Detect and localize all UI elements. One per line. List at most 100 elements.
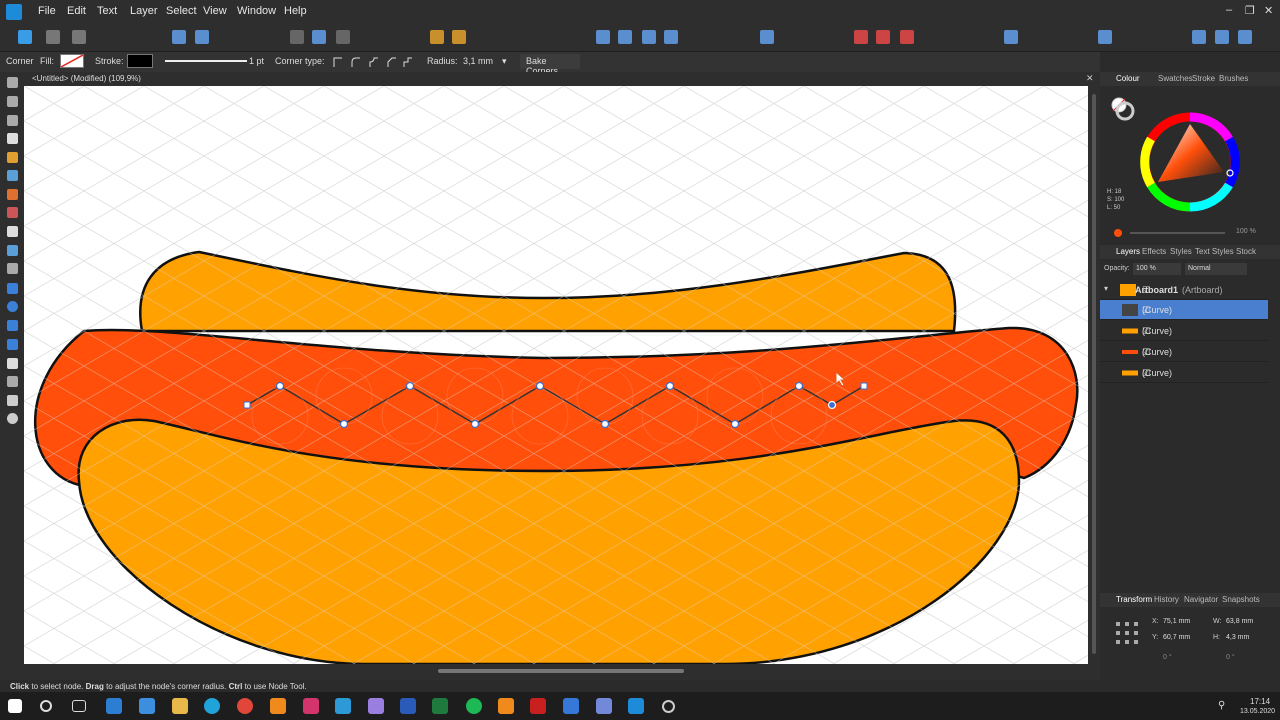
layer-row-artboard[interactable]: ▾ Artboard1 (Artboard) ☑ [1100, 280, 1268, 300]
outline-icon[interactable] [1238, 30, 1252, 44]
view-mode-icon[interactable] [1192, 30, 1206, 44]
mail-icon[interactable] [139, 698, 155, 714]
tab-layers[interactable]: Layers [1116, 247, 1140, 256]
layer-opacity-dropdown[interactable]: 100 % [1133, 263, 1181, 275]
menu-file[interactable]: File [38, 5, 56, 17]
crop-icon[interactable] [336, 30, 350, 44]
x-input[interactable]: 75,1 mm [1163, 618, 1190, 625]
arrange-back-icon[interactable] [430, 30, 444, 44]
horizontal-scrollbar[interactable] [24, 664, 1100, 680]
menu-help[interactable]: Help [284, 5, 307, 17]
pencil-tool-icon[interactable] [7, 170, 18, 181]
bake-corners-button[interactable]: Bake Corners [520, 54, 580, 76]
tab-history[interactable]: History [1154, 595, 1179, 604]
move-tool-icon[interactable] [7, 77, 18, 88]
shear-input[interactable]: 0 ° [1226, 654, 1235, 661]
layer-row[interactable]: (Curve) ☑ [1100, 321, 1268, 341]
corner-type-buttons[interactable] [330, 56, 412, 68]
tab-transform[interactable]: Transform [1116, 595, 1152, 604]
explorer-icon[interactable] [172, 698, 188, 714]
snapping-icon[interactable] [876, 30, 890, 44]
boolean-divide-icon[interactable] [1098, 30, 1112, 44]
transform-icon[interactable] [290, 30, 304, 44]
store-icon[interactable] [106, 698, 122, 714]
close-window-icon[interactable]: ✕ [1264, 4, 1273, 17]
minimize-icon[interactable]: – [1226, 4, 1232, 16]
preview-icon[interactable] [1215, 30, 1229, 44]
flip-vertical-icon[interactable] [618, 30, 632, 44]
artboard-tool-icon[interactable] [7, 96, 18, 107]
rotate-right-icon[interactable] [664, 30, 678, 44]
discord-icon[interactable] [596, 698, 612, 714]
snapping-magnet-icon[interactable] [900, 30, 914, 44]
tab-text-styles[interactable]: Text Styles [1195, 247, 1234, 256]
y-input[interactable]: 60,7 mm [1163, 634, 1190, 641]
settings-icon[interactable] [195, 30, 209, 44]
layer-row[interactable]: (Curve) ☑ [1100, 300, 1268, 320]
clock-time[interactable]: 17:14 [1250, 697, 1270, 706]
tab-effects[interactable]: Effects [1142, 247, 1166, 256]
spotify-icon[interactable] [466, 698, 482, 714]
crop-tool-icon[interactable] [7, 263, 18, 274]
app-icon[interactable] [563, 698, 579, 714]
illustrator-icon[interactable] [270, 698, 286, 714]
vlc-icon[interactable] [498, 698, 514, 714]
affinity-designer-icon[interactable] [628, 698, 644, 714]
menu-window[interactable]: Window [237, 5, 276, 17]
tab-stock[interactable]: Stock [1236, 247, 1256, 256]
tab-stroke[interactable]: Stroke [1192, 74, 1215, 83]
arrange-front-icon[interactable] [452, 30, 466, 44]
flip-horizontal-icon[interactable] [596, 30, 610, 44]
visibility-checkbox[interactable]: ☑ [1142, 285, 1150, 296]
fill-swatch[interactable] [60, 54, 84, 68]
vertical-scrollbar[interactable] [1088, 86, 1100, 664]
menu-layer[interactable]: Layer [130, 5, 158, 17]
radius-input[interactable]: 3,1 mm [463, 56, 493, 66]
rotation-input[interactable]: 0 ° [1163, 654, 1172, 661]
acrobat-icon[interactable] [530, 698, 546, 714]
fill-stroke-selector[interactable] [1110, 96, 1136, 122]
menu-view[interactable]: View [203, 5, 227, 17]
layer-row[interactable]: (Curve) ☑ [1100, 342, 1268, 362]
tab-styles[interactable]: Styles [1170, 247, 1192, 256]
rotate-left-icon[interactable] [642, 30, 656, 44]
transparency-tool-icon[interactable] [7, 226, 18, 237]
rectangle-tool-icon[interactable] [7, 283, 18, 294]
expand-chevron-icon[interactable]: ▾ [1104, 284, 1108, 293]
rounded-rectangle-tool-icon[interactable] [7, 320, 18, 331]
colour-opacity-slider[interactable] [1130, 232, 1225, 234]
photoshop-icon[interactable] [335, 698, 351, 714]
search-icon[interactable] [40, 700, 52, 712]
tab-colour[interactable]: Colour [1116, 74, 1140, 83]
document-tab[interactable]: <Untitled> (Modified) (109,9%) ✕ [24, 72, 1100, 86]
word-icon[interactable] [400, 698, 416, 714]
layer-row[interactable]: (Curve) ☑ [1100, 363, 1268, 383]
blend-mode-dropdown[interactable]: Normal [1185, 263, 1247, 275]
stroke-width-value[interactable]: 1 pt [249, 56, 264, 66]
app-logo-icon[interactable] [6, 4, 22, 20]
w-input[interactable]: 63,8 mm [1226, 618, 1253, 625]
canvas[interactable] [24, 86, 1088, 664]
current-colour-swatch[interactable] [1114, 229, 1122, 237]
fill-tool-icon[interactable] [7, 207, 18, 218]
pen-tool-icon[interactable] [7, 152, 18, 163]
task-view-icon[interactable] [72, 700, 86, 712]
edge-icon[interactable] [204, 698, 220, 714]
colour-opacity-value[interactable]: 100 % [1236, 228, 1256, 235]
stroke-width-slider[interactable] [165, 60, 247, 62]
after-effects-icon[interactable] [368, 698, 384, 714]
menu-text[interactable]: Text [97, 5, 117, 17]
radius-dropdown-icon[interactable]: ▾ [502, 56, 507, 67]
h-input[interactable]: 4,3 mm [1226, 634, 1249, 641]
stroke-swatch[interactable] [127, 54, 153, 68]
tab-brushes[interactable]: Brushes [1219, 74, 1248, 83]
indesign-icon[interactable] [303, 698, 319, 714]
network-icon[interactable]: ⚲ [1218, 700, 1225, 711]
color-picker-tool-icon[interactable] [7, 376, 18, 387]
text-tool-icon[interactable] [7, 358, 18, 369]
menu-edit[interactable]: Edit [67, 5, 86, 17]
visibility-checkbox[interactable]: ☑ [1142, 305, 1150, 316]
close-document-icon[interactable]: ✕ [1086, 73, 1094, 84]
brush-tool-icon[interactable] [7, 189, 18, 200]
clock-date[interactable]: 13.05.2020 [1240, 708, 1275, 715]
